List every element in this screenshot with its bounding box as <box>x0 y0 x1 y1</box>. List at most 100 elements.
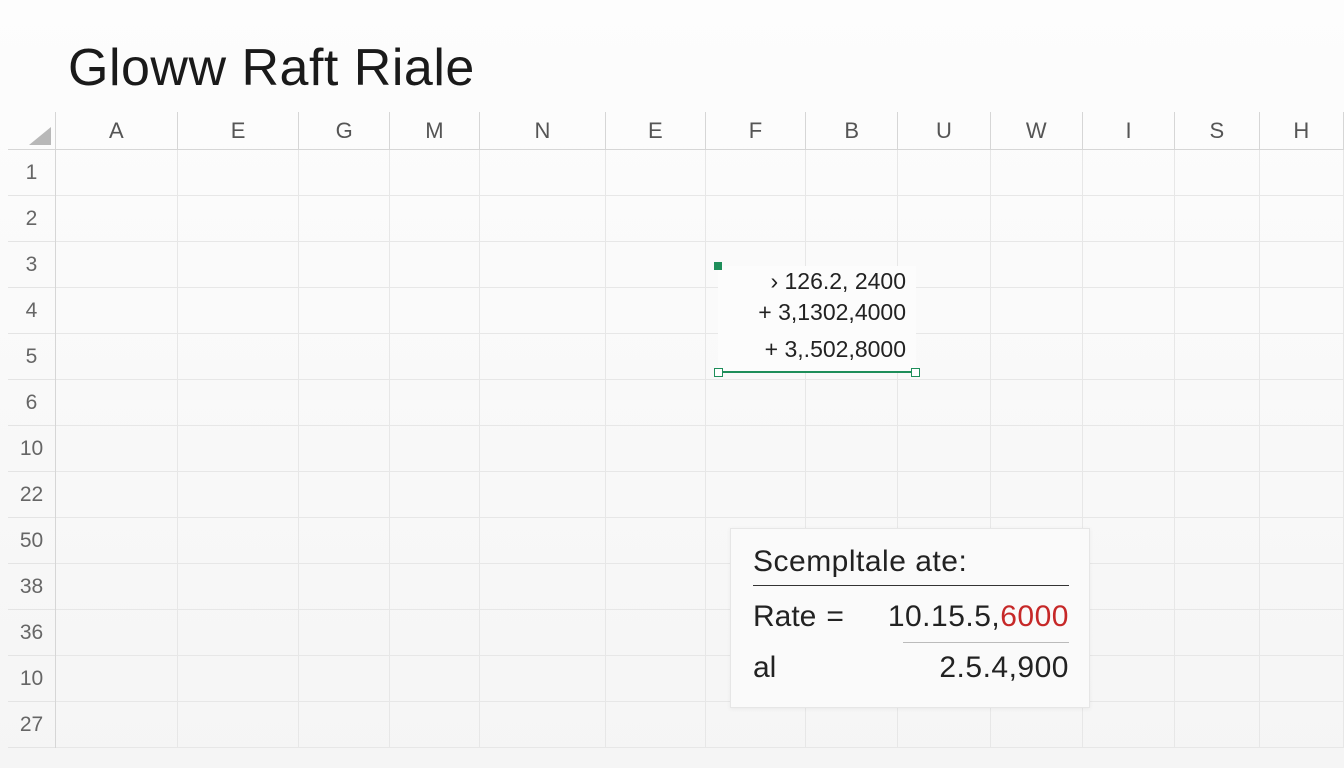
row-header[interactable]: 22 <box>8 472 55 518</box>
column-header[interactable]: F <box>706 112 806 149</box>
cell[interactable] <box>1083 380 1175 425</box>
cell[interactable] <box>898 196 990 241</box>
cell[interactable] <box>606 334 706 379</box>
cell[interactable] <box>898 150 990 195</box>
column-header[interactable]: B <box>806 112 898 149</box>
cell[interactable] <box>56 610 178 655</box>
cell[interactable] <box>480 702 606 747</box>
calculation-overlay[interactable]: › 126.2, 2400 + 3,1302,4000 + 3,.502,800… <box>718 266 916 373</box>
selection-bar[interactable] <box>718 371 916 373</box>
cell[interactable] <box>480 334 606 379</box>
cell[interactable] <box>991 702 1083 747</box>
cell[interactable] <box>991 288 1083 333</box>
cell[interactable] <box>1083 196 1175 241</box>
cell[interactable] <box>178 334 300 379</box>
cell[interactable] <box>898 426 990 471</box>
cell[interactable] <box>480 518 606 563</box>
column-header[interactable]: A <box>56 112 178 149</box>
cell[interactable] <box>299 610 389 655</box>
cell[interactable] <box>898 380 990 425</box>
cell[interactable] <box>1260 518 1344 563</box>
cell[interactable] <box>806 472 898 517</box>
cell[interactable] <box>299 150 389 195</box>
cell[interactable] <box>606 472 706 517</box>
cell[interactable] <box>1260 426 1344 471</box>
row-header[interactable]: 50 <box>8 518 55 564</box>
cell[interactable] <box>1083 518 1175 563</box>
row-header[interactable]: 2 <box>8 196 55 242</box>
cell[interactable] <box>299 472 389 517</box>
column-header[interactable]: H <box>1260 112 1344 149</box>
cell[interactable] <box>1260 564 1344 609</box>
cell[interactable] <box>299 518 389 563</box>
cell[interactable] <box>1260 242 1344 287</box>
cell[interactable] <box>606 288 706 333</box>
cell[interactable] <box>1083 564 1175 609</box>
cell[interactable] <box>178 472 300 517</box>
cell[interactable] <box>56 196 178 241</box>
cell[interactable] <box>299 242 389 287</box>
cell[interactable] <box>991 196 1083 241</box>
cell[interactable] <box>806 196 898 241</box>
cell[interactable] <box>1083 334 1175 379</box>
cell[interactable] <box>1175 518 1259 563</box>
select-all-corner[interactable] <box>8 112 56 150</box>
cell[interactable] <box>706 702 806 747</box>
cell[interactable] <box>1175 242 1259 287</box>
cell[interactable] <box>1083 656 1175 701</box>
cell[interactable] <box>56 426 178 471</box>
cell[interactable] <box>606 196 706 241</box>
cell[interactable] <box>390 196 480 241</box>
cell[interactable] <box>706 472 806 517</box>
cell[interactable] <box>991 380 1083 425</box>
cell[interactable] <box>299 196 389 241</box>
cell[interactable] <box>299 426 389 471</box>
cell[interactable] <box>1175 288 1259 333</box>
cell[interactable] <box>706 196 806 241</box>
cell[interactable] <box>56 242 178 287</box>
cell[interactable] <box>178 702 300 747</box>
row-header[interactable]: 10 <box>8 656 55 702</box>
cell[interactable] <box>606 656 706 701</box>
cell[interactable] <box>1260 150 1344 195</box>
cell[interactable] <box>1175 610 1259 655</box>
cell[interactable] <box>606 426 706 471</box>
cell[interactable] <box>1175 380 1259 425</box>
cell[interactable] <box>898 702 990 747</box>
cell[interactable] <box>1083 288 1175 333</box>
column-header[interactable]: S <box>1175 112 1259 149</box>
cell-grid[interactable] <box>56 150 1344 768</box>
cell[interactable] <box>806 150 898 195</box>
cell[interactable] <box>178 564 300 609</box>
cell[interactable] <box>178 242 300 287</box>
cell[interactable] <box>56 702 178 747</box>
column-header[interactable]: G <box>299 112 389 149</box>
cell[interactable] <box>606 564 706 609</box>
cell[interactable] <box>56 564 178 609</box>
cell[interactable] <box>606 380 706 425</box>
column-header[interactable]: W <box>991 112 1083 149</box>
cell[interactable] <box>178 656 300 701</box>
row-header[interactable]: 5 <box>8 334 55 380</box>
row-header[interactable]: 10 <box>8 426 55 472</box>
cell[interactable] <box>606 518 706 563</box>
cell[interactable] <box>390 288 480 333</box>
cell[interactable] <box>390 564 480 609</box>
cell[interactable] <box>56 472 178 517</box>
cell[interactable] <box>480 242 606 287</box>
cell[interactable] <box>1260 610 1344 655</box>
column-header[interactable]: U <box>898 112 990 149</box>
cell[interactable] <box>606 150 706 195</box>
cell[interactable] <box>299 380 389 425</box>
cell[interactable] <box>299 702 389 747</box>
column-header[interactable]: M <box>390 112 480 149</box>
cell[interactable] <box>390 518 480 563</box>
cell[interactable] <box>806 426 898 471</box>
cell[interactable] <box>706 380 806 425</box>
column-header[interactable]: E <box>606 112 706 149</box>
cell[interactable] <box>1260 334 1344 379</box>
cell[interactable] <box>390 610 480 655</box>
cell[interactable] <box>178 288 300 333</box>
column-header[interactable]: N <box>480 112 606 149</box>
cell[interactable] <box>480 288 606 333</box>
